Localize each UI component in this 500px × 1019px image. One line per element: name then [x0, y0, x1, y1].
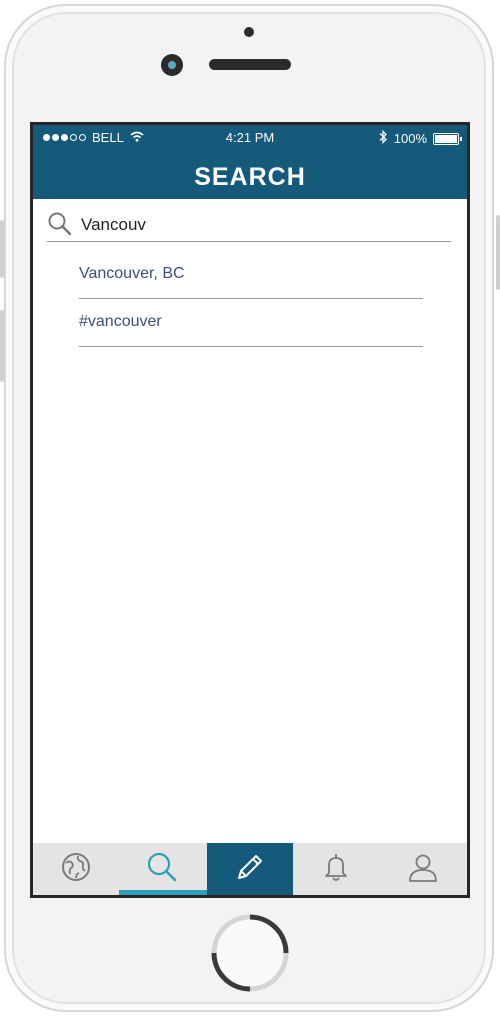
battery-percent: 100% — [393, 131, 427, 146]
status-right: 100% — [378, 129, 462, 147]
mute-switch — [0, 220, 4, 278]
tab-compose[interactable] — [207, 843, 293, 895]
home-button[interactable] — [211, 914, 289, 992]
active-tab-indicator — [119, 890, 207, 895]
suggestion-label: #vancouver — [79, 313, 162, 330]
tab-explore[interactable] — [33, 843, 119, 895]
power-button — [496, 215, 500, 290]
app-screen: BELL 4:21 PM 100% SEARCH Vancouv Vancouv… — [30, 122, 470, 898]
globe-icon — [60, 851, 92, 888]
volume-button — [0, 310, 4, 382]
tab-bar — [33, 843, 467, 895]
page-title: SEARCH — [194, 163, 306, 191]
search-icon — [146, 851, 178, 888]
suggestion-item[interactable]: #vancouver — [79, 299, 423, 347]
tab-notifications[interactable] — [293, 843, 379, 895]
bell-icon — [320, 851, 352, 888]
search-input[interactable] — [81, 213, 441, 237]
user-icon — [407, 851, 439, 888]
front-camera — [161, 54, 183, 76]
status-bar: BELL 4:21 PM 100% — [33, 125, 467, 149]
tab-profile[interactable] — [379, 843, 467, 895]
bluetooth-icon — [378, 129, 388, 147]
search-icon — [47, 211, 73, 242]
app-header: BELL 4:21 PM 100% SEARCH — [33, 125, 467, 199]
suggestion-item[interactable]: Vancouver, BC — [79, 251, 423, 299]
suggestion-label: Vancouver, BC — [79, 265, 185, 282]
pencil-icon — [234, 851, 266, 888]
battery-icon — [433, 132, 462, 145]
earpiece-speaker — [209, 59, 291, 70]
proximity-sensor — [244, 27, 254, 37]
tab-search[interactable] — [119, 843, 205, 895]
search-bar — [47, 211, 451, 242]
